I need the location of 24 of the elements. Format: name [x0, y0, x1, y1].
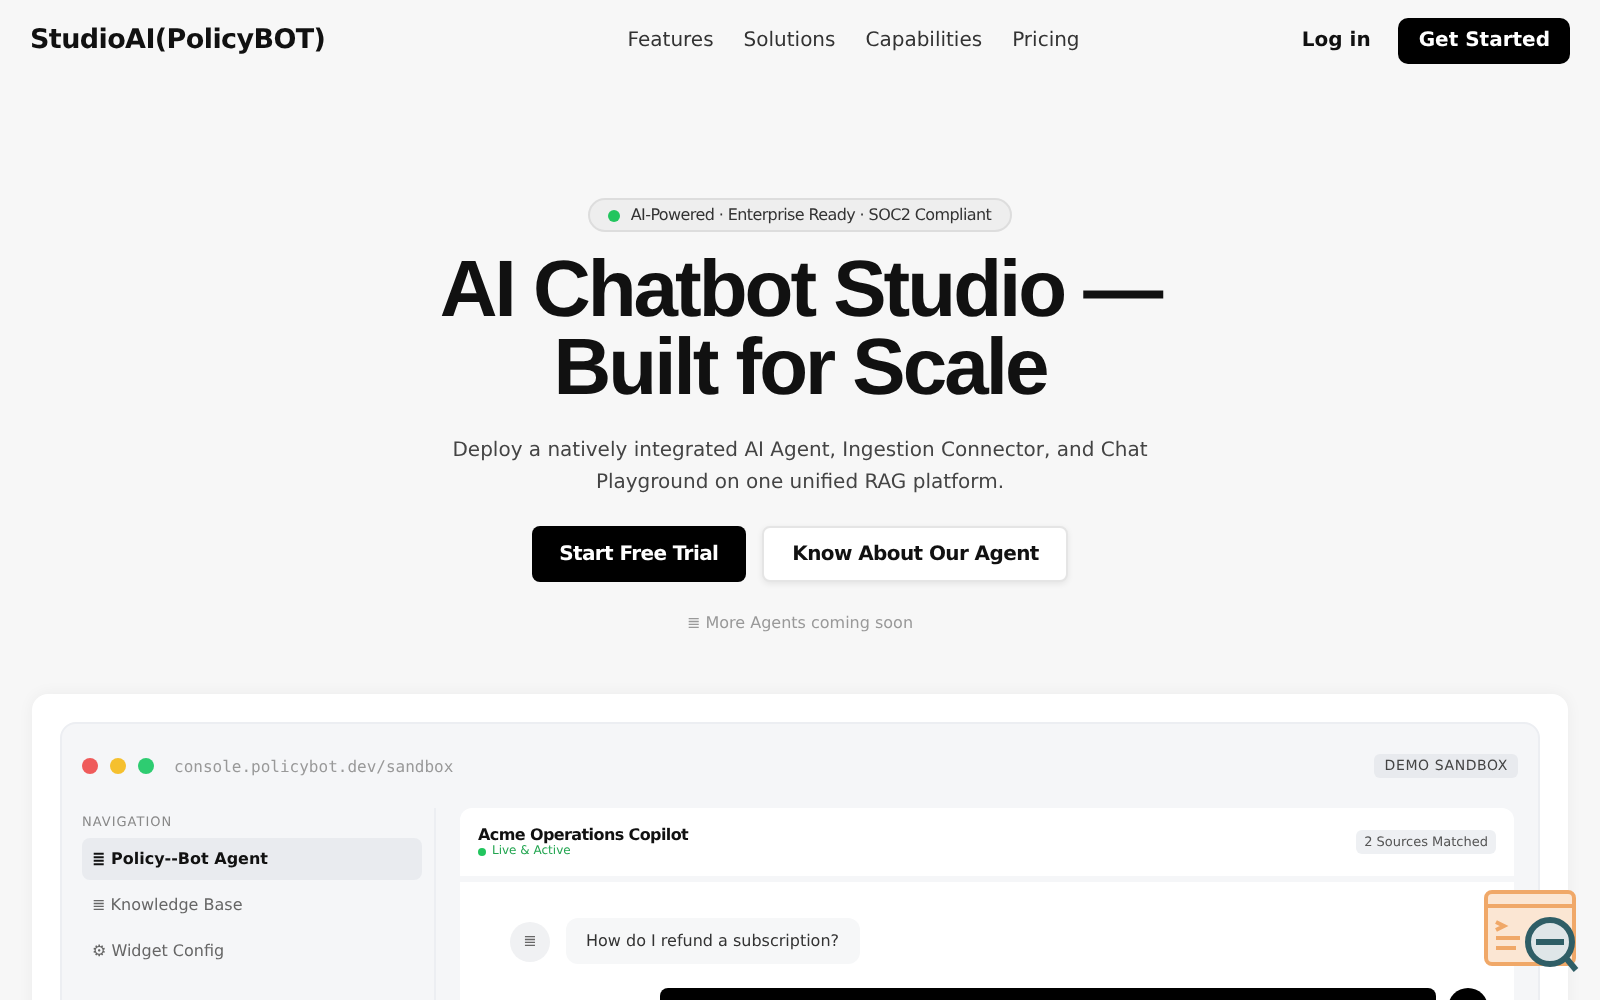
hero-title: AI Chatbot Studio — Built for Scale: [439, 252, 1161, 408]
sidebar-item[interactable]: ≣ Policy--Bot Agent: [82, 838, 422, 880]
brand-name[interactable]: StudioAI(PolicyBOT): [30, 24, 326, 56]
sidebar-item[interactable]: ≣ Knowledge Base: [82, 884, 422, 926]
user-message: How do I refund a subscription?: [566, 918, 860, 964]
console-url: console.policybot.dev/sandbox: [174, 757, 454, 775]
chat-title: Acme Operations Copilot: [478, 826, 689, 844]
maximize-dot-icon: [138, 758, 154, 774]
close-dot-icon: [82, 758, 98, 774]
hero-subtitle: Deploy a natively integrated AI Agent, Ingestion Connector, and Chat Playground on one unified RAG platform.: [450, 438, 1150, 498]
badge-text: AI-Powered · Enterprise Ready · SOC2 Compliant: [630, 206, 992, 224]
get-started-button[interactable]: Get Started: [1398, 17, 1570, 63]
nav-link[interactable]: Features: [627, 29, 714, 51]
nav-link[interactable]: Pricing: [1012, 29, 1080, 51]
sidebar-item[interactable]: ⚙ Widget Config: [82, 930, 422, 972]
coming-soon-note: ≣ More Agents coming soon: [686, 614, 914, 632]
start-trial-button[interactable]: Start Free Trial: [531, 526, 747, 582]
user-avatar: ≣: [510, 921, 550, 961]
nav-link[interactable]: Capabilities: [865, 29, 983, 51]
minimize-dot-icon: [110, 758, 126, 774]
know-agent-button[interactable]: Know About Our Agent: [762, 526, 1069, 582]
login-link[interactable]: Log in: [1301, 29, 1371, 51]
nav-link[interactable]: Solutions: [743, 29, 836, 51]
chat-widget-icon[interactable]: [1484, 890, 1580, 974]
